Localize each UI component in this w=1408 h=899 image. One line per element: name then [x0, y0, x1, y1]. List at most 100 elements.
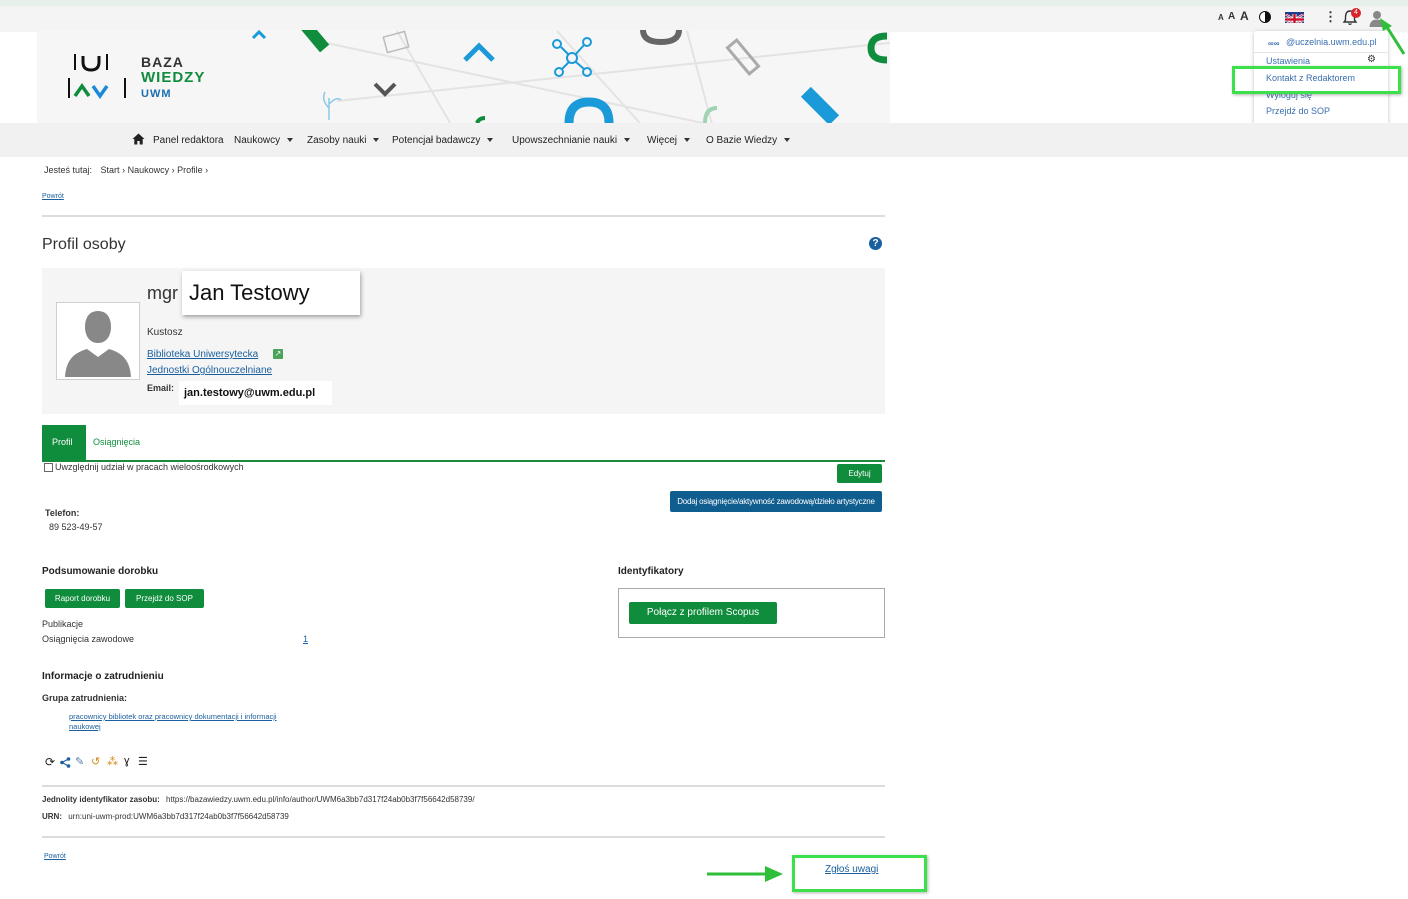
breadcrumb: Jesteś tutaj: Start › Naukowcy › Profile…: [44, 165, 208, 175]
filter-y-icon[interactable]: ɣ: [124, 755, 130, 767]
report-issue-link[interactable]: Zgłoś uwagi: [825, 864, 878, 875]
chevron-down-icon: [624, 138, 631, 143]
person-title: mgr: [147, 283, 178, 303]
page-title: Profil osoby: [42, 236, 126, 253]
scopus-connect-button[interactable]: Połącz z profilem Scopus: [629, 602, 777, 624]
employment-group-link[interactable]: pracownicy bibliotek oraz pracownicy dok…: [69, 712, 277, 732]
menu-item-go-sop[interactable]: Przejdź do SOP: [1266, 106, 1330, 116]
logo-text-baza: BAZA: [141, 54, 184, 70]
add-achievement-button[interactable]: Dodaj osiągnięcie/aktywność zawodową/dzi…: [670, 491, 882, 512]
back-link-top[interactable]: Powrót: [42, 193, 64, 200]
multicenter-checkbox-row: Uwzględnij udział w pracach wieloośrodko…: [44, 462, 244, 473]
phone-value: 89 523-49-57: [49, 522, 103, 532]
breadcrumb-item-profile[interactable]: Profile: [177, 165, 203, 175]
pointer-arrow-user-icon: [1380, 18, 1406, 55]
nav-about[interactable]: O Bazie Wiedzy: [706, 135, 791, 146]
identifiers-heading: Identyfikatory: [618, 566, 684, 577]
menu-item-settings[interactable]: Ustawienia: [1266, 56, 1310, 66]
phone-label: Telefon:: [45, 508, 80, 518]
tab-profile-label: Profil: [52, 437, 73, 447]
nav-science-outreach[interactable]: Upowszechnianie nauki: [512, 135, 631, 146]
email-label: Email:: [147, 383, 175, 393]
font-size-large-button[interactable]: A: [1240, 9, 1249, 23]
more-options-icon[interactable]: ⋮: [1324, 10, 1337, 23]
multicenter-checkbox[interactable]: [44, 463, 53, 473]
font-size-medium-button[interactable]: A: [1228, 11, 1235, 22]
logo-text-wiedzy: WIEDZY: [141, 69, 206, 86]
home-icon[interactable]: [132, 132, 145, 150]
notification-count-badge: 4: [1351, 8, 1361, 18]
breadcrumb-item-start[interactable]: Start: [101, 165, 120, 175]
person-placeholder-icon: [65, 311, 131, 377]
chevron-down-icon: [373, 138, 380, 143]
english-flag-icon[interactable]: [1285, 12, 1304, 23]
tab-profile[interactable]: Profil: [42, 425, 86, 461]
history-icon[interactable]: ↺: [91, 755, 100, 768]
share-icon[interactable]: [60, 757, 71, 768]
edit-icon[interactable]: ✎: [75, 755, 84, 768]
refresh-icon[interactable]: ⟳: [45, 755, 55, 769]
header-banner: BAZA WIEDZY UWM: [37, 30, 890, 123]
unit-link[interactable]: Biblioteka Uniwersytecka: [147, 349, 258, 360]
nav-research-potential-label: Potencjał badawczy: [392, 135, 481, 146]
chevron-down-icon: [684, 138, 691, 143]
divider: [42, 785, 885, 787]
person-position: Kustosz: [147, 327, 183, 338]
profile-tabs: [42, 425, 885, 462]
external-link-icon[interactable]: ↗: [273, 349, 283, 359]
dropdown-divider: [1254, 52, 1388, 53]
achievements-count-link[interactable]: 1: [303, 634, 308, 644]
logo-text-uwm: UWM: [141, 88, 172, 100]
link-chain-icon: ∞∞: [1268, 39, 1280, 48]
publications-label: Publikacje: [42, 619, 84, 629]
nav-science-resources-label: Zasoby nauki: [307, 135, 367, 146]
urn-value: urn:uni-uwm-prod:UWM6a3bb7d317f24ab0b3f7…: [68, 812, 289, 821]
uri-label: Jednolity identyfikator zasobu:: [42, 795, 160, 804]
report-button[interactable]: Raport dorobku: [45, 589, 120, 608]
nav-researchers[interactable]: Naukowcy: [234, 135, 294, 146]
email-box: jan.testowy@uwm.edu.pl: [179, 381, 332, 405]
hierarchy-icon[interactable]: ⁂: [107, 755, 118, 768]
breadcrumb-item-researchers[interactable]: Naukowcy: [128, 165, 170, 175]
uri-row: Jednolity identyfikator zasobu: https://…: [42, 795, 475, 804]
chevron-down-icon: [784, 138, 791, 143]
person-name: Jan Testowy: [189, 280, 310, 305]
employment-group-label: Grupa zatrudnienia:: [42, 693, 128, 703]
settings-gear-icon: ⚙: [1367, 54, 1376, 65]
nav-science-resources[interactable]: Zasoby nauki: [307, 135, 380, 146]
divider: [42, 215, 885, 217]
achievements-label: Osiągnięcia zawodowe: [42, 634, 135, 644]
divider: [42, 836, 885, 838]
nav-about-label: O Bazie Wiedzy: [706, 135, 778, 146]
urn-label: URN:: [42, 812, 62, 821]
topbar: A A A ⋮ 4: [0, 6, 1408, 32]
nav-research-potential[interactable]: Potencjał badawczy: [392, 135, 494, 146]
person-email: jan.testowy@uwm.edu.pl: [184, 387, 316, 399]
nav-more-label: Więcej: [647, 135, 678, 146]
nav-science-outreach-label: Upowszechnianie nauki: [512, 135, 618, 146]
contrast-icon[interactable]: [1259, 11, 1271, 23]
chevron-down-icon: [487, 138, 494, 143]
uri-value: https://bazawiedzy.uwm.edu.pl/info/autho…: [166, 795, 475, 804]
tab-achievements[interactable]: Osiągnięcia: [93, 437, 140, 447]
banner-decoration: [251, 30, 888, 123]
go-sop-button[interactable]: Przejdź do SOP: [125, 589, 204, 608]
breadcrumb-separator: ›: [205, 165, 209, 175]
edit-button[interactable]: Edytuj: [837, 464, 882, 483]
user-email: @uczelnia.uwm.edu.pl: [1286, 37, 1377, 47]
font-size-small-button[interactable]: A: [1218, 13, 1224, 22]
avatar: [56, 302, 140, 380]
parent-unit-link[interactable]: Jednostki Ogólnouczelniane: [147, 365, 272, 376]
uwm-logo-icon: [68, 54, 126, 100]
nav-more[interactable]: Więcej: [647, 135, 691, 146]
help-icon[interactable]: ?: [869, 237, 882, 250]
urn-row: URN: urn:uni-uwm-prod:UWM6a3bb7d317f24ab…: [42, 812, 289, 821]
breadcrumb-prefix: Jesteś tutaj:: [44, 165, 93, 175]
nav-editor-panel[interactable]: Panel redaktora: [153, 135, 224, 146]
multicenter-checkbox-label: Uwzględnij udział w pracach wieloośrodko…: [55, 462, 244, 472]
pointer-arrow-report: [707, 866, 783, 882]
person-name-box: Jan Testowy: [182, 271, 360, 315]
back-link-bottom[interactable]: Powrót: [44, 853, 66, 860]
employment-group-link-line1: pracownicy bibliotek oraz pracownicy dok…: [69, 712, 277, 721]
list-icon[interactable]: ☰: [138, 755, 148, 768]
